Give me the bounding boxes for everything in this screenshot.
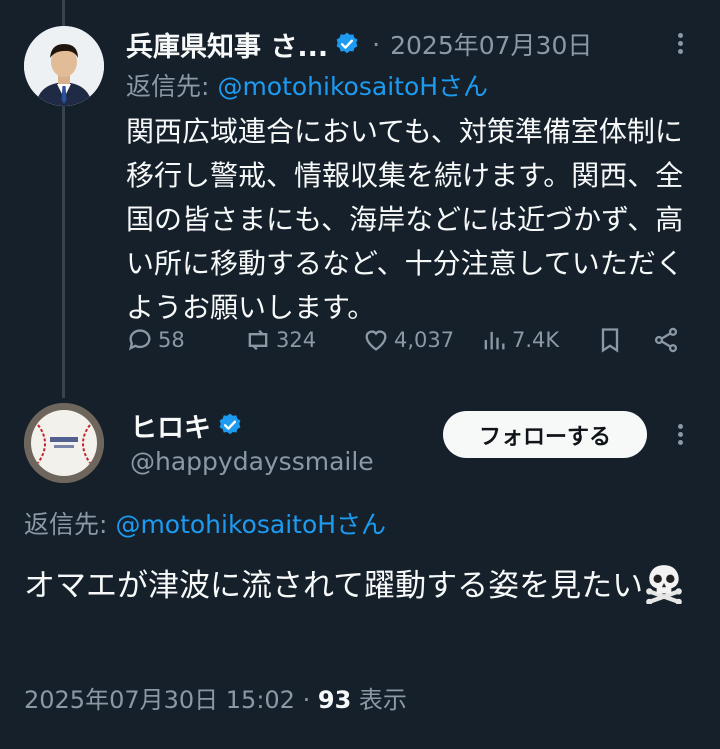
repost-icon — [248, 329, 268, 351]
bookmark-button[interactable] — [596, 326, 624, 354]
avatar[interactable] — [24, 26, 104, 106]
avatar-portrait-icon — [24, 26, 104, 106]
repost-count: 324 — [276, 328, 317, 352]
views-bar-chart-icon — [484, 331, 505, 350]
reply-icon — [128, 329, 151, 351]
reply-count: 58 — [158, 328, 185, 352]
separator-dot: · — [372, 29, 381, 59]
separator-dot: · — [302, 686, 311, 714]
more-options-icon[interactable] — [676, 421, 684, 451]
verified-badge-icon — [336, 32, 358, 54]
view-count: 93 — [317, 686, 352, 714]
avatar[interactable] — [24, 403, 104, 483]
more-options-icon[interactable] — [676, 30, 684, 60]
user-handle[interactable]: @happydayssmaile — [130, 443, 374, 479]
skull-and-crossbones-icon — [646, 565, 682, 604]
author-name[interactable]: ヒロキ — [130, 406, 211, 445]
reply-prefix: 返信先: — [24, 510, 108, 539]
follow-button[interactable]: フォローする — [443, 411, 647, 458]
tweet-timestamp[interactable]: 2025年07月30日 15:02 — [24, 686, 295, 714]
views-button[interactable]: 7.4K — [480, 326, 559, 354]
share-button[interactable] — [652, 326, 680, 354]
reply-button[interactable]: 58 — [126, 326, 185, 354]
verified-badge-icon — [219, 413, 241, 435]
bookmark-icon — [601, 328, 619, 353]
author-name[interactable]: 兵庫県知事 さ... — [126, 25, 328, 64]
like-count: 4,037 — [394, 328, 455, 352]
tweet-text: 関西広域連合においても、対策準備室体制に移行し警戒、情報収集を続けます。関西、全… — [126, 115, 684, 324]
tweet-text: オマエが津波に流されて躍動する姿を見たい — [24, 568, 644, 604]
tweet-text-container: オマエが津波に流されて躍動する姿を見たい — [24, 562, 694, 609]
heart-icon — [365, 330, 387, 351]
reply-to-link[interactable]: @motohikosaitoHさん — [115, 505, 386, 541]
repost-button[interactable]: 324 — [244, 326, 316, 354]
baseball-icon — [24, 403, 104, 483]
tweet-actions: 58 324 4,037 7.4K — [126, 326, 696, 364]
tweet-timestamp-row: 2025年07月30日 15:02 · 93 表示 — [24, 680, 407, 715]
share-icon — [654, 327, 678, 353]
reply-to-link[interactable]: @motohikosaitoHさん — [217, 67, 488, 103]
views-label: 表示 — [358, 686, 407, 714]
tweet-date[interactable]: 2025年07月30日 — [390, 26, 592, 62]
reply-prefix: 返信先: — [126, 72, 210, 101]
view-count: 7.4K — [512, 328, 560, 352]
like-button[interactable]: 4,037 — [362, 326, 454, 354]
